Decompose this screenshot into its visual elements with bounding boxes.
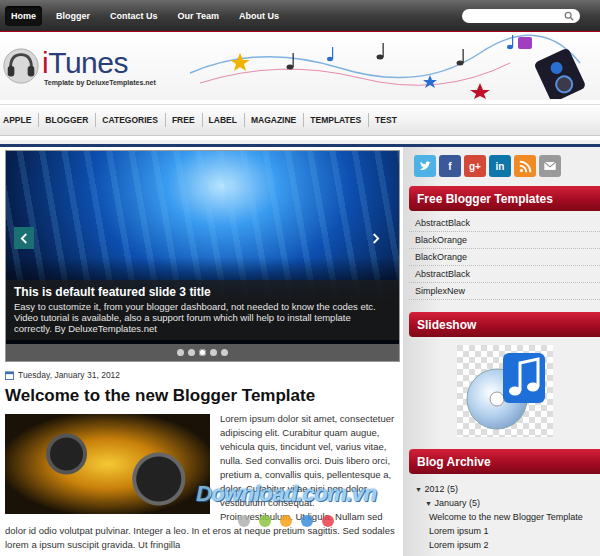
widget-title: Blog Archive: [409, 449, 600, 474]
sidebar: fg+in Free Blogger Templates AbstractBlack…: [403, 147, 600, 556]
template-link[interactable]: AbstractBlack: [409, 215, 600, 232]
template-link[interactable]: BlackOrange: [409, 249, 600, 266]
slider-dots: [6, 344, 399, 361]
slide-text: Easy to customize it, from your blogger …: [14, 301, 391, 334]
top-nav-item[interactable]: Contact Us: [104, 6, 164, 26]
slide-caption: This is default featured slide 3 title Ea…: [6, 280, 399, 340]
logo-text: iTunesTemplate by DeluxeTemplates.net: [42, 47, 156, 86]
slider-dot[interactable]: [221, 349, 228, 356]
itunes-cd-icon[interactable]: [457, 345, 553, 437]
watermark-dot: [301, 515, 313, 527]
watermark-text: Download.com.vn: [196, 481, 377, 507]
calendar-icon: [5, 371, 14, 380]
slider-dot[interactable]: [199, 349, 206, 356]
category-nav-item[interactable]: CATEGORIES: [95, 113, 165, 127]
previous-slide-button[interactable]: [14, 227, 34, 249]
category-nav-item[interactable]: FREE: [165, 113, 202, 127]
next-slide-button[interactable]: [365, 227, 385, 249]
headphones-icon: [2, 47, 40, 85]
watermark-dot: [238, 515, 250, 527]
category-nav-item[interactable]: TEST: [368, 113, 404, 127]
post-paragraph: Proin vestibulum. Ut ligula. Nullam sed …: [5, 510, 400, 552]
chevron-left-icon: [20, 233, 29, 244]
archive-tree: ▼ 2012 (5)▼ January (5)Welcome to the ne…: [409, 474, 600, 552]
slide-photo[interactable]: This is default featured slide 3 title Ea…: [6, 151, 399, 344]
email-icon[interactable]: [539, 155, 561, 177]
archive-month: ▼ January (5)Welcome to the new Blogger …: [425, 496, 600, 552]
sidebar-widget: Slideshow: [409, 312, 600, 437]
twitter-icon[interactable]: [414, 155, 436, 177]
top-nav: Home Blogger Contact Us Our Team About Us: [5, 6, 285, 26]
brand-name: iTunes: [42, 47, 156, 79]
archive-post[interactable]: Welcome to the new Blogger Template: [429, 510, 600, 524]
template-link[interactable]: BlackOrange: [409, 232, 600, 249]
category-nav: APPLEBLOGGERCATEGORIESFREELABELMAGAZINET…: [0, 104, 600, 136]
watermark-dot: [322, 515, 334, 527]
template-list: AbstractBlackBlackOrangeBlackOrangeAbstr…: [409, 215, 600, 300]
top-nav-item[interactable]: About Us: [233, 6, 285, 26]
social-links: fg+in: [409, 155, 600, 177]
category-nav-item[interactable]: BLOGGER: [38, 113, 95, 127]
post: Tuesday, January 31, 2012 Welcome to the …: [5, 362, 400, 552]
archive-post[interactable]: Lorem ipsum 1: [429, 524, 600, 538]
archive-year-row[interactable]: ▼ 2012 (5): [415, 482, 600, 496]
googleplus-icon[interactable]: g+: [464, 155, 486, 177]
top-nav-item[interactable]: Blogger: [50, 6, 96, 26]
archive-month-row[interactable]: ▼ January (5): [425, 496, 600, 510]
watermark-dot: [280, 515, 292, 527]
chevron-right-icon: [371, 233, 380, 244]
slider-dot[interactable]: [210, 349, 217, 356]
slider-dot[interactable]: [188, 349, 195, 356]
logo[interactable]: iTunesTemplate by DeluxeTemplates.net: [2, 47, 156, 86]
post-date: Tuesday, January 31, 2012: [5, 370, 400, 380]
magnifier-icon[interactable]: [564, 11, 574, 21]
slideshow: [409, 337, 600, 437]
template-link[interactable]: AbstractBlack: [409, 266, 600, 283]
facebook-icon[interactable]: f: [439, 155, 461, 177]
slide-title[interactable]: This is default featured slide 3 title: [14, 285, 391, 299]
watermark-dot: [259, 515, 271, 527]
tagline: Template by DeluxeTemplates.net: [44, 79, 156, 86]
watermark: Download.com.vn: [196, 481, 377, 527]
rss-icon[interactable]: [514, 155, 536, 177]
archive-post[interactable]: Lorem ipsum 2: [429, 538, 600, 552]
widget-title: Slideshow: [409, 312, 600, 337]
blog-page: Home Blogger Contact Us Our Team About Us iTu…: [0, 0, 600, 556]
category-nav-item[interactable]: MAGAZINE: [244, 113, 303, 127]
template-link[interactable]: SimplexNew: [409, 283, 600, 300]
sidebar-widget: Free Blogger TemplatesAbstractBlackBlack…: [409, 186, 600, 300]
masthead: iTunesTemplate by DeluxeTemplates.net: [0, 32, 600, 100]
linkedin-icon[interactable]: in: [489, 155, 511, 177]
search-field[interactable]: [462, 9, 580, 23]
featured-slider: This is default featured slide 3 title Ea…: [5, 150, 400, 362]
top-bar: Home Blogger Contact Us Our Team About Us: [0, 0, 600, 32]
music-notes-icon: [180, 33, 600, 99]
top-nav-item[interactable]: Our Team: [172, 6, 225, 26]
post-title[interactable]: Welcome to the new Blogger Template: [5, 386, 400, 406]
nav-divider: [0, 140, 600, 147]
category-nav-item[interactable]: TEMPLATES: [303, 113, 368, 127]
widget-title: Free Blogger Templates: [409, 186, 600, 211]
archive-year: ▼ 2012 (5)▼ January (5)Welcome to the ne…: [415, 482, 600, 552]
top-nav-item[interactable]: Home: [5, 6, 42, 26]
slider-dot[interactable]: [177, 349, 184, 356]
post-photo: [5, 414, 210, 514]
sidebar-widget: Blog Archive ▼ 2012 (5)▼ January (5)Welco…: [409, 449, 600, 552]
category-nav-item[interactable]: LABEL: [202, 113, 244, 127]
watermark-dots: [238, 515, 334, 527]
category-nav-item[interactable]: APPLE: [0, 113, 38, 127]
